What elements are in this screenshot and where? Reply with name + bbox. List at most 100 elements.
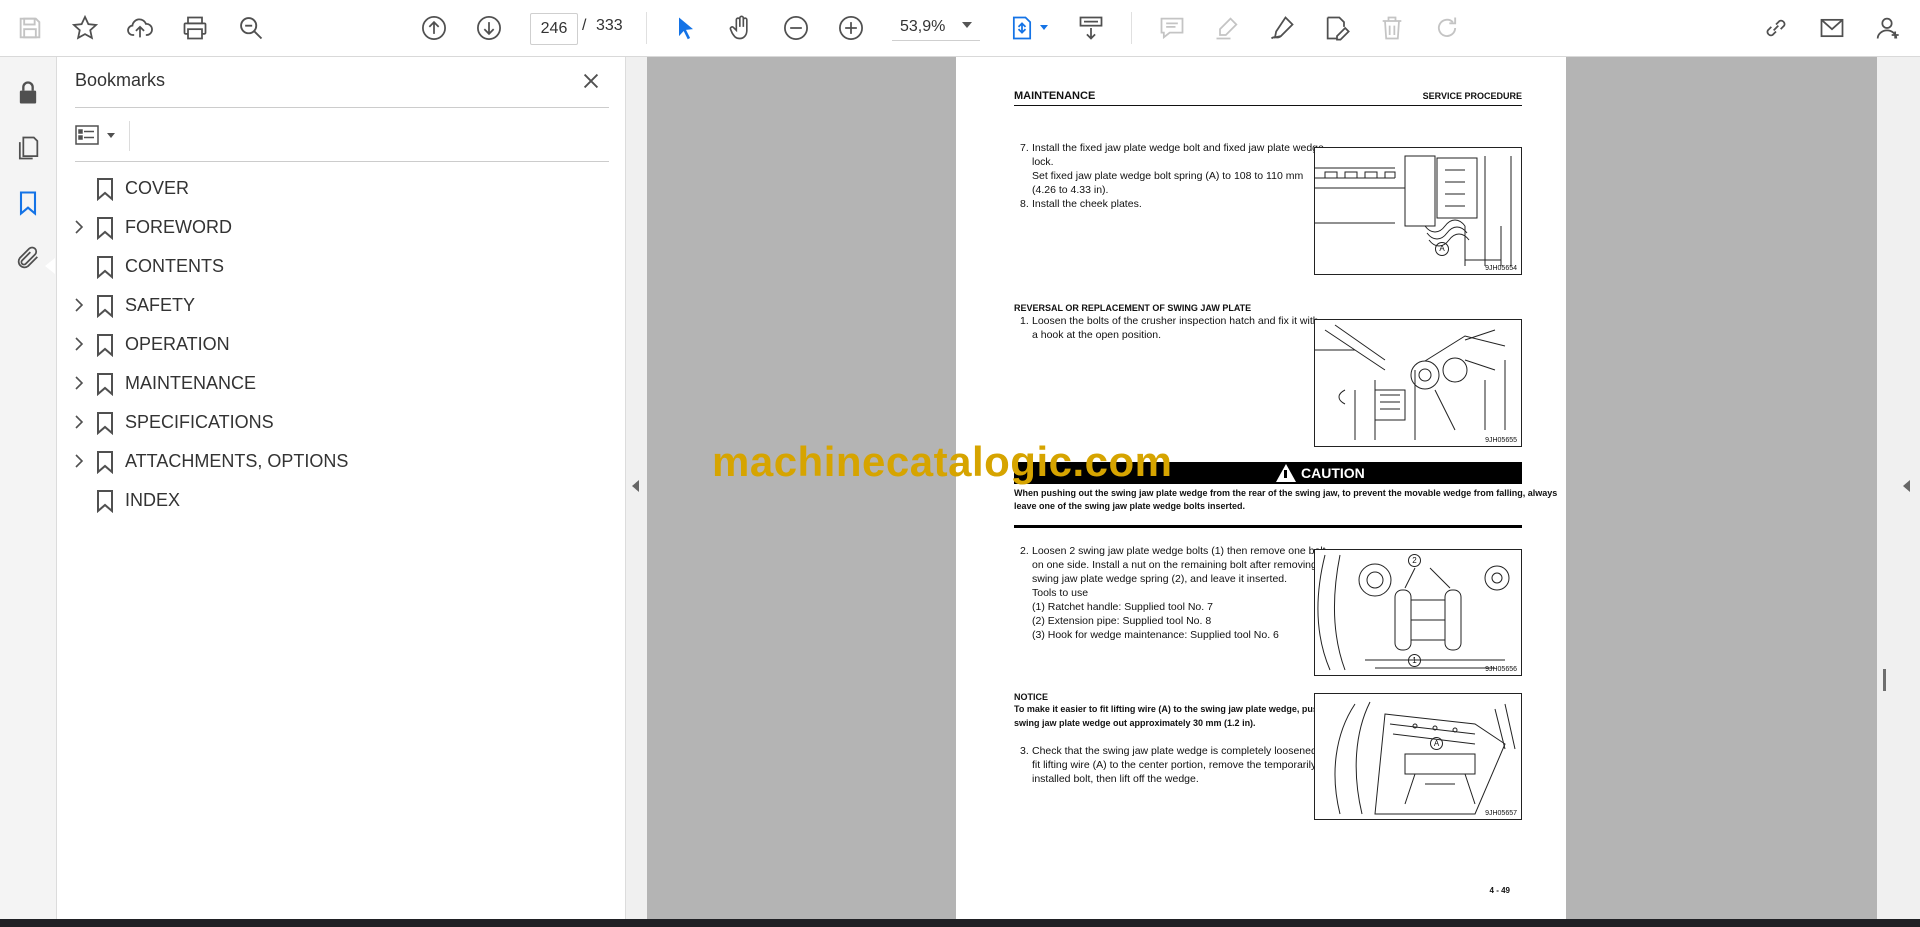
chevron-left-icon xyxy=(632,480,639,492)
figure-code: 9JH05655 xyxy=(1485,437,1517,444)
vertical-scrollbar[interactable] xyxy=(1877,57,1894,919)
jaw-wedge-drawing xyxy=(1315,155,1512,266)
bookmark-item-safety[interactable]: SAFETY xyxy=(57,286,617,325)
step-7-line-1: Install the fixed jaw plate wedge bolt a… xyxy=(1032,142,1324,154)
chevron-right-icon[interactable] xyxy=(71,374,87,392)
figure-code: 9JH05657 xyxy=(1485,810,1517,817)
chevron-right-icon[interactable] xyxy=(71,452,87,470)
previous-page-icon[interactable] xyxy=(416,10,452,46)
hand-tool-icon[interactable] xyxy=(723,10,759,46)
step-2-line-7: (3) Hook for wedge maintenance: Supplied… xyxy=(1032,629,1279,641)
trash-icon[interactable] xyxy=(1374,10,1410,46)
scrolling-mode-icon[interactable] xyxy=(1073,10,1109,46)
options-divider xyxy=(129,121,130,151)
close-icon[interactable] xyxy=(575,65,607,97)
bookmark-item-specifications[interactable]: SPECIFICATIONS xyxy=(57,403,617,442)
bookmark-label: MAINTENANCE xyxy=(125,373,257,393)
inspection-hatch-drawing xyxy=(1315,324,1506,440)
highlight-icon[interactable] xyxy=(1209,10,1245,46)
step-3-number: 3. xyxy=(1020,745,1029,757)
chevron-right-icon[interactable] xyxy=(71,413,87,431)
bookmark-item-index[interactable]: INDEX xyxy=(57,481,617,520)
caution-title: CAUTION xyxy=(1301,465,1365,481)
panel-title: Bookmarks xyxy=(75,70,166,90)
total-pages: 333 xyxy=(596,17,623,34)
figure-callout: A xyxy=(1435,242,1449,256)
step-8-number: 8. xyxy=(1020,198,1029,210)
bookmark-item-foreword[interactable]: FOREWORD xyxy=(57,208,617,247)
right-panel-handle[interactable] xyxy=(1894,57,1920,919)
notice-line-1: To make it easier to fit lifting wire (A… xyxy=(1014,704,1340,714)
bookmark-icon xyxy=(97,256,113,279)
edit-pdf-icon[interactable] xyxy=(1319,10,1355,46)
lifting-wire-drawing xyxy=(1334,701,1516,815)
navigation-rail xyxy=(0,57,57,919)
step-2-line-3: swing jaw plate wedge spring (2), and le… xyxy=(1032,573,1288,585)
share-link-icon[interactable] xyxy=(1758,10,1794,46)
step-3-line-2: fit lifting wire (A) to the center porti… xyxy=(1032,759,1317,771)
collapse-panel-handle[interactable] xyxy=(626,57,647,919)
step-8-text: Install the cheek plates. xyxy=(1032,198,1142,210)
redo-icon[interactable] xyxy=(1429,10,1465,46)
bookmark-item-contents[interactable]: CONTENTS xyxy=(57,247,617,286)
print-icon[interactable] xyxy=(177,10,213,46)
star-icon[interactable] xyxy=(67,10,103,46)
step-2-line-1: Loosen 2 swing jaw plate wedge bolts (1)… xyxy=(1032,545,1326,557)
step-2-line-5: (1) Ratchet handle: Supplied tool No. 7 xyxy=(1032,601,1213,613)
select-arrow-icon[interactable] xyxy=(668,10,704,46)
fit-chevron-icon[interactable] xyxy=(1040,25,1048,30)
step-1-line-1: Loosen the bolts of the crusher inspecti… xyxy=(1032,315,1319,327)
chevron-right-icon[interactable] xyxy=(71,335,87,353)
draw-pen-icon[interactable] xyxy=(1264,10,1300,46)
email-icon[interactable] xyxy=(1814,10,1850,46)
zoom-level-value: 53,9% xyxy=(900,18,946,35)
zoom-out-icon[interactable] xyxy=(778,10,814,46)
fit-page-icon[interactable] xyxy=(1004,10,1040,46)
user-account-icon[interactable] xyxy=(1869,10,1905,46)
chevron-right-icon[interactable] xyxy=(71,296,87,314)
upload-cloud-icon[interactable] xyxy=(122,10,158,46)
bookmarks-panel: Bookmarks COVER FOREWORD CONTENTS SAFETY xyxy=(57,57,626,919)
lock-icon[interactable] xyxy=(10,75,46,111)
step-7-line-3: Set fixed jaw plate wedge bolt spring (A… xyxy=(1032,170,1304,182)
step-2-line-4: Tools to use xyxy=(1032,587,1089,599)
bookmark-item-operation[interactable]: OPERATION xyxy=(57,325,617,364)
bookmark-item-attachments[interactable]: ATTACHMENTS, OPTIONS xyxy=(57,442,617,481)
chevron-down-icon xyxy=(107,132,115,138)
page-thumbnails-icon[interactable] xyxy=(10,130,46,166)
header-rule xyxy=(1014,105,1522,106)
page-header-topic: SERVICE PROCEDURE xyxy=(1422,91,1522,101)
bookmark-list: COVER FOREWORD CONTENTS SAFETY OPERATION… xyxy=(57,169,617,520)
page-number-input[interactable] xyxy=(530,13,578,45)
step-7-number: 7. xyxy=(1020,142,1029,154)
bookmark-options-button[interactable] xyxy=(75,119,125,151)
figure-callout: 2 xyxy=(1408,554,1421,567)
bookmark-label: FOREWORD xyxy=(125,217,232,237)
zoom-search-icon[interactable] xyxy=(233,10,269,46)
next-page-icon[interactable] xyxy=(471,10,507,46)
bookmark-icon xyxy=(97,178,113,201)
bookmark-label: COVER xyxy=(125,178,190,198)
step-1-line-2: a hook at the open position. xyxy=(1032,329,1162,341)
chevron-right-icon[interactable] xyxy=(71,218,87,236)
page-separator: / xyxy=(582,17,587,34)
zoom-in-icon[interactable] xyxy=(833,10,869,46)
watermark-text: machinecatalogic.com xyxy=(712,438,1173,485)
list-options-icon xyxy=(75,125,99,145)
bookmark-label: CONTENTS xyxy=(125,256,224,276)
page-number: 4 - 49 xyxy=(1489,886,1510,895)
chevron-down-icon[interactable] xyxy=(962,22,972,28)
comment-icon[interactable] xyxy=(1154,10,1190,46)
attachment-icon[interactable] xyxy=(10,240,46,276)
main-toolbar: / 333 53,9% xyxy=(0,0,1920,57)
figure-code: 9JH05654 xyxy=(1485,265,1517,272)
bookmark-item-maintenance[interactable]: MAINTENANCE xyxy=(57,364,617,403)
page-header-section: MAINTENANCE xyxy=(1014,90,1096,102)
save-icon[interactable] xyxy=(12,10,48,46)
panel-divider-2 xyxy=(75,161,609,162)
bookmark-panel-icon[interactable] xyxy=(10,185,46,221)
bookmark-item-cover[interactable]: COVER xyxy=(57,169,617,208)
figure-callout: A xyxy=(1430,737,1443,750)
scrollbar-thumb[interactable] xyxy=(1883,669,1886,691)
bookmark-icon xyxy=(97,217,113,240)
